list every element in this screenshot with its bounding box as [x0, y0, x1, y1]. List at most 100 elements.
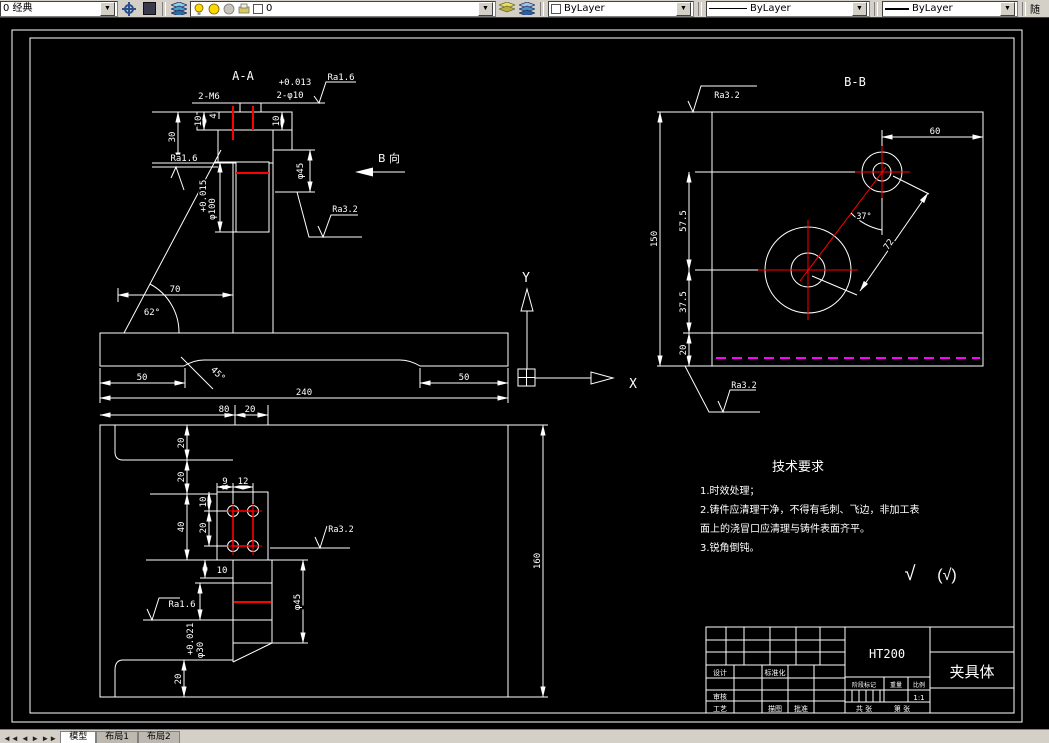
tech-requirements: 技术要求 1.时效处理； 2.铸件应清理干净，不得有毛刺、飞边，非加工表 面上的…	[700, 460, 920, 554]
tab-layout2[interactable]: 布局2	[137, 731, 180, 743]
layer-previous-button[interactable]	[518, 1, 536, 16]
roughness-label: Ra3.2	[731, 381, 757, 391]
color-combo[interactable]: ByLayer ▼	[548, 0, 694, 17]
dim-9: 9	[222, 477, 227, 487]
dim-10-holes: 10	[199, 497, 209, 508]
dim-70: 70	[170, 285, 181, 295]
chevron-down-icon[interactable]: ▼	[676, 1, 691, 16]
dim-40: 40	[177, 522, 187, 533]
dim-20-side: 20	[679, 345, 689, 356]
lineweight-value: ByLayer	[912, 3, 953, 14]
roughness-all-symbol: √	[905, 563, 916, 585]
layout-tab-bar: ◄◄ ◄ ► ►► 模型 布局1 布局2	[0, 729, 1049, 743]
dim-37-5: 37.5	[679, 291, 689, 313]
tolerance-top: +0.013	[279, 78, 312, 88]
sheet-no-label: 第 张	[894, 704, 910, 713]
roughness-symbol-plan-boss: Ra3.2	[270, 524, 355, 550]
tab-layout1[interactable]: 布局1	[96, 731, 138, 743]
plot-style-partial: 随	[1030, 5, 1040, 16]
toolbar-separator	[162, 1, 166, 16]
layer-name-value: 0	[266, 3, 273, 14]
tech-line: 1.时效处理；	[700, 484, 760, 497]
dim-50-right: 50	[459, 373, 470, 383]
tab-model[interactable]: 模型	[60, 731, 97, 743]
material-label: HT200	[869, 647, 905, 661]
layers-icon	[171, 2, 187, 15]
dim-150: 150	[650, 231, 660, 247]
tech-requirements-title: 技术要求	[772, 460, 824, 475]
roughness-others-symbol: (√)	[937, 567, 956, 584]
holes-callout-m6: 2-M6	[198, 92, 220, 102]
roughness-symbol-bb-top: Ra3.2	[687, 85, 757, 114]
roughness-symbol-top: Ra1.6	[313, 72, 356, 105]
chevron-down-icon[interactable]: ▼	[1000, 1, 1015, 16]
weight-label: 重量	[890, 681, 902, 689]
dim-60: 60	[930, 127, 941, 137]
trace-label: 描图	[768, 704, 782, 713]
side-view-bb: B-B 60 37° 72 57.5 37.5 20 150 Ra3.2 Ra3…	[649, 74, 984, 414]
scale-label: 比例	[913, 681, 925, 689]
dim-20-step2: 20	[177, 472, 187, 483]
chevron-down-icon[interactable]: ▼	[852, 1, 867, 16]
drawing-canvas[interactable]: A-A 2-M6 2-φ10 +0.013 Ra1.6 30 10 4 10 +…	[0, 0, 1049, 743]
layer-properties-button[interactable]	[170, 1, 188, 16]
dim-12: 12	[238, 477, 249, 487]
dim-20-step1: 20	[177, 438, 187, 449]
chevron-down-icon[interactable]: ▼	[100, 1, 115, 16]
front-section-view: A-A 2-M6 2-φ10 +0.013 Ra1.6 30 10 4 10 +…	[99, 68, 509, 425]
chevron-down-icon[interactable]: ▼	[478, 1, 493, 16]
ucs-icon: Y X	[517, 270, 639, 394]
tech-line: 3.锐角倒钝。	[700, 541, 760, 554]
roughness-symbol-bb-bottom: Ra3.2	[684, 365, 760, 414]
layer-thaw-icon	[208, 3, 220, 14]
tol-phi30: +0.021	[186, 623, 196, 656]
process-label: 工艺	[713, 705, 727, 713]
color-swatch	[551, 3, 561, 14]
dim-10-section: 10	[217, 566, 228, 576]
dim-30: 30	[168, 132, 178, 143]
dim-80: 80	[219, 405, 230, 415]
workspace-combo[interactable]: 0 经典 ▼	[0, 0, 118, 17]
dim-4: 4	[209, 113, 219, 118]
application-window: A-A 2-M6 2-φ10 +0.013 Ra1.6 30 10 4 10 +…	[0, 0, 1049, 743]
workspace-settings-button[interactable]	[120, 1, 138, 16]
dim-160: 160	[533, 553, 543, 569]
angle-62: 62°	[144, 308, 160, 318]
color-value: ByLayer	[564, 3, 605, 14]
check-label: 审核	[713, 692, 727, 701]
roughness-label: Ra1.6	[327, 73, 354, 83]
ucs-y-label: Y	[522, 271, 530, 286]
gear-icon	[122, 1, 136, 16]
tech-line: 2.铸件应清理干净，不得有毛刺、飞边，非加工表	[700, 503, 920, 516]
approve-label: 批准	[794, 704, 808, 713]
hole-pattern	[224, 502, 262, 555]
lineweight-sample	[885, 7, 909, 10]
dim-phi45-plan: φ45	[293, 594, 303, 610]
b-direction-marker: B 向	[355, 150, 405, 177]
cui-button[interactable]	[140, 1, 158, 16]
angle-37: 37°	[856, 212, 871, 222]
tab-nav-buttons[interactable]: ◄◄ ◄ ► ►►	[0, 734, 60, 743]
layer-states-button[interactable]	[498, 1, 516, 16]
front-view-title: A-A	[232, 69, 254, 83]
roughness-symbol-plan-bore: Ra1.6	[143, 597, 233, 622]
surface-finish-note: √ (√)	[905, 563, 957, 585]
linetype-sample	[709, 8, 747, 9]
linetype-combo[interactable]: ByLayer ▼	[706, 0, 870, 17]
sheet-total-label: 共 张	[856, 704, 872, 713]
standard-label: 标准化	[765, 668, 786, 677]
dim-72: 72	[882, 238, 896, 253]
part-name: 夹具体	[949, 663, 994, 681]
holes-callout-phi10: 2-φ10	[276, 91, 303, 101]
toolbar-separator	[698, 1, 702, 16]
dim-50-left: 50	[137, 373, 148, 383]
dim-240: 240	[296, 388, 312, 398]
lineweight-combo[interactable]: ByLayer ▼	[882, 0, 1018, 17]
drawing-border	[11, 29, 1023, 723]
dim-57-5: 57.5	[679, 210, 689, 232]
layer-combo[interactable]: 0 ▼	[190, 0, 496, 17]
linetype-value: ByLayer	[750, 3, 791, 14]
roughness-label: Ra1.6	[168, 600, 195, 610]
layer-on-icon	[194, 3, 204, 15]
plan-view: 20 20 40 9 12 10 20 Ra3.2 10 Ra1.6 +0.02…	[99, 424, 548, 698]
